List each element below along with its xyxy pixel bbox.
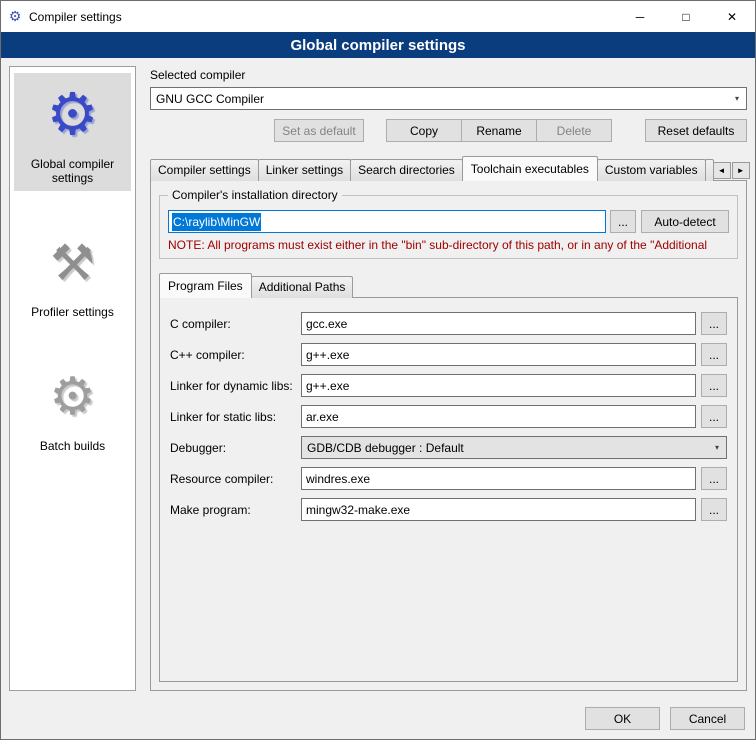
tab-custom-variables[interactable]: Custom variables xyxy=(597,159,706,181)
sidebar-item-label: Global compiler settings xyxy=(16,157,129,185)
installation-directory-label: Compiler's installation directory xyxy=(168,188,342,202)
copy-button[interactable]: Copy xyxy=(386,119,462,142)
cpp-compiler-browse-button[interactable]: ... xyxy=(701,343,727,366)
dialog-footer: OK Cancel xyxy=(1,699,755,739)
gear-icon: ⚙ xyxy=(16,81,129,153)
tab-linker-settings[interactable]: Linker settings xyxy=(258,159,351,181)
reset-defaults-button[interactable]: Reset defaults xyxy=(645,119,747,142)
close-button[interactable]: ✕ xyxy=(709,1,755,32)
tab-scroll-buttons: ◄ ► xyxy=(713,162,750,179)
installation-directory-browse-button[interactable]: ... xyxy=(610,210,636,233)
label-make-program: Make program: xyxy=(170,503,296,517)
category-sidebar: ⚙ Global compiler settings ⚒ Profiler se… xyxy=(9,66,136,691)
installation-directory-groupbox: Compiler's installation directory C:\ray… xyxy=(159,195,738,259)
app-icon: ⚙ xyxy=(1,8,29,25)
dialog-header-title: Global compiler settings xyxy=(1,32,755,58)
titlebar[interactable]: ⚙ Compiler settings ─ □ ✕ xyxy=(1,1,755,32)
resource-compiler-input[interactable] xyxy=(301,467,696,490)
cpp-compiler-input[interactable] xyxy=(301,343,696,366)
main-area: Selected compiler GNU GCC Compiler ▾ Set… xyxy=(150,66,747,691)
program-files-panel: C compiler: ... C++ compiler: ... Linker… xyxy=(159,297,738,682)
maximize-button[interactable]: □ xyxy=(663,1,709,32)
gears-icon: ⚙ xyxy=(16,363,129,435)
make-program-input[interactable] xyxy=(301,498,696,521)
sidebar-item-profiler-settings[interactable]: ⚒ Profiler settings xyxy=(14,221,131,325)
label-debugger: Debugger: xyxy=(170,441,296,455)
rename-button[interactable]: Rename xyxy=(461,119,537,142)
selected-compiler-dropdown[interactable]: GNU GCC Compiler ▾ xyxy=(150,87,747,110)
c-compiler-input[interactable] xyxy=(301,312,696,335)
linker-static-browse-button[interactable]: ... xyxy=(701,405,727,428)
installation-directory-input[interactable]: C:\raylib\MinGW xyxy=(168,210,606,233)
compiler-settings-window: ⚙ Compiler settings ─ □ ✕ Global compile… xyxy=(0,0,756,740)
program-files-subtabs: Program Files Additional Paths xyxy=(159,273,738,298)
subtab-program-files[interactable]: Program Files xyxy=(159,273,252,298)
installation-directory-value: C:\raylib\MinGW xyxy=(172,213,261,231)
debugger-value: GDB/CDB debugger : Default xyxy=(307,441,464,455)
program-files-form: C compiler: ... C++ compiler: ... Linker… xyxy=(170,312,727,521)
ok-button[interactable]: OK xyxy=(585,707,660,730)
chevron-down-icon: ▾ xyxy=(708,443,726,452)
sidebar-item-batch-builds[interactable]: ⚙ Batch builds xyxy=(14,355,131,459)
resource-compiler-browse-button[interactable]: ... xyxy=(701,467,727,490)
linker-static-input[interactable] xyxy=(301,405,696,428)
installation-directory-row: C:\raylib\MinGW ... Auto-detect xyxy=(168,210,729,233)
compiler-buttons-row: Set as default Copy Rename Delete Reset … xyxy=(150,119,747,142)
label-c-compiler: C compiler: xyxy=(170,317,296,331)
sidebar-item-label: Profiler settings xyxy=(16,305,129,319)
tab-compiler-settings[interactable]: Compiler settings xyxy=(150,159,259,181)
tab-toolchain-executables[interactable]: Toolchain executables xyxy=(462,156,598,181)
selected-compiler-value: GNU GCC Compiler xyxy=(156,92,264,106)
label-resource-compiler: Resource compiler: xyxy=(170,472,296,486)
window-controls: ─ □ ✕ xyxy=(617,1,755,32)
chevron-down-icon: ▾ xyxy=(728,94,746,103)
minimize-button[interactable]: ─ xyxy=(617,1,663,32)
c-compiler-browse-button[interactable]: ... xyxy=(701,312,727,335)
window-title: Compiler settings xyxy=(29,10,122,24)
sidebar-item-label: Batch builds xyxy=(16,439,129,453)
cancel-button[interactable]: Cancel xyxy=(670,707,745,730)
sidebar-item-global-compiler-settings[interactable]: ⚙ Global compiler settings xyxy=(14,73,131,191)
linker-dynamic-input[interactable] xyxy=(301,374,696,397)
bin-subdirectory-note: NOTE: All programs must exist either in … xyxy=(168,238,729,252)
subtab-additional-paths[interactable]: Additional Paths xyxy=(251,276,354,298)
tab-scroll-right-icon[interactable]: ► xyxy=(732,162,750,179)
auto-detect-button[interactable]: Auto-detect xyxy=(641,210,729,233)
settings-tabs: Compiler settings Linker settings Search… xyxy=(150,156,747,181)
set-as-default-button[interactable]: Set as default xyxy=(274,119,364,142)
hammer-icon: ⚒ xyxy=(16,229,129,301)
make-program-browse-button[interactable]: ... xyxy=(701,498,727,521)
selected-compiler-label: Selected compiler xyxy=(150,68,747,82)
tab-search-directories[interactable]: Search directories xyxy=(350,159,463,181)
toolchain-executables-panel: Compiler's installation directory C:\ray… xyxy=(150,180,747,691)
tab-scroll-left-icon[interactable]: ◄ xyxy=(713,162,731,179)
dialog-content: ⚙ Global compiler settings ⚒ Profiler se… xyxy=(1,58,755,699)
label-linker-static: Linker for static libs: xyxy=(170,410,296,424)
delete-button[interactable]: Delete xyxy=(536,119,612,142)
debugger-dropdown[interactable]: GDB/CDB debugger : Default ▾ xyxy=(301,436,727,459)
label-cpp-compiler: C++ compiler: xyxy=(170,348,296,362)
linker-dynamic-browse-button[interactable]: ... xyxy=(701,374,727,397)
label-linker-dynamic: Linker for dynamic libs: xyxy=(170,379,296,393)
